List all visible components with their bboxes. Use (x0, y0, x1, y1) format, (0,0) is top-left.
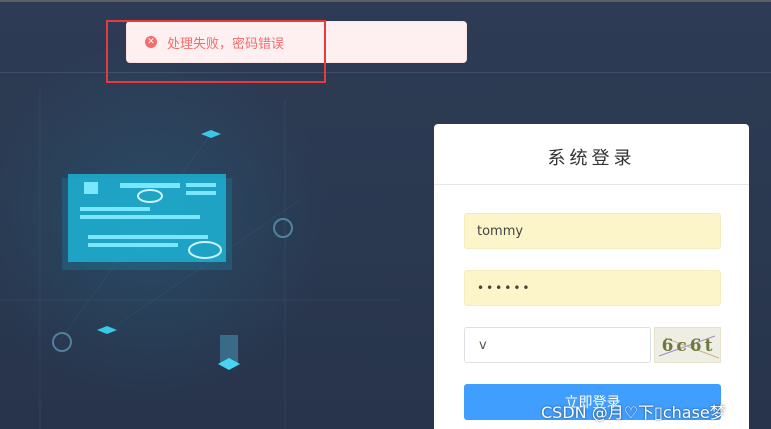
captcha-text: 6c6t (661, 336, 716, 356)
dashboard-illustration (52, 130, 293, 370)
watermark: CSDN @月♡下▯chase梦 (541, 403, 726, 422)
annotation-highlight-box (106, 20, 326, 83)
captcha-input[interactable]: v (464, 327, 651, 363)
login-title: 系统登录 (547, 148, 636, 169)
captcha-image[interactable]: 6c6t (654, 327, 721, 363)
password-input[interactable]: •••••• (464, 270, 721, 306)
login-card: 系统登录 tommy •••••• v 6c6t 立即登录 (434, 124, 749, 429)
title-divider (434, 184, 749, 185)
username-input[interactable]: tommy (464, 213, 721, 249)
